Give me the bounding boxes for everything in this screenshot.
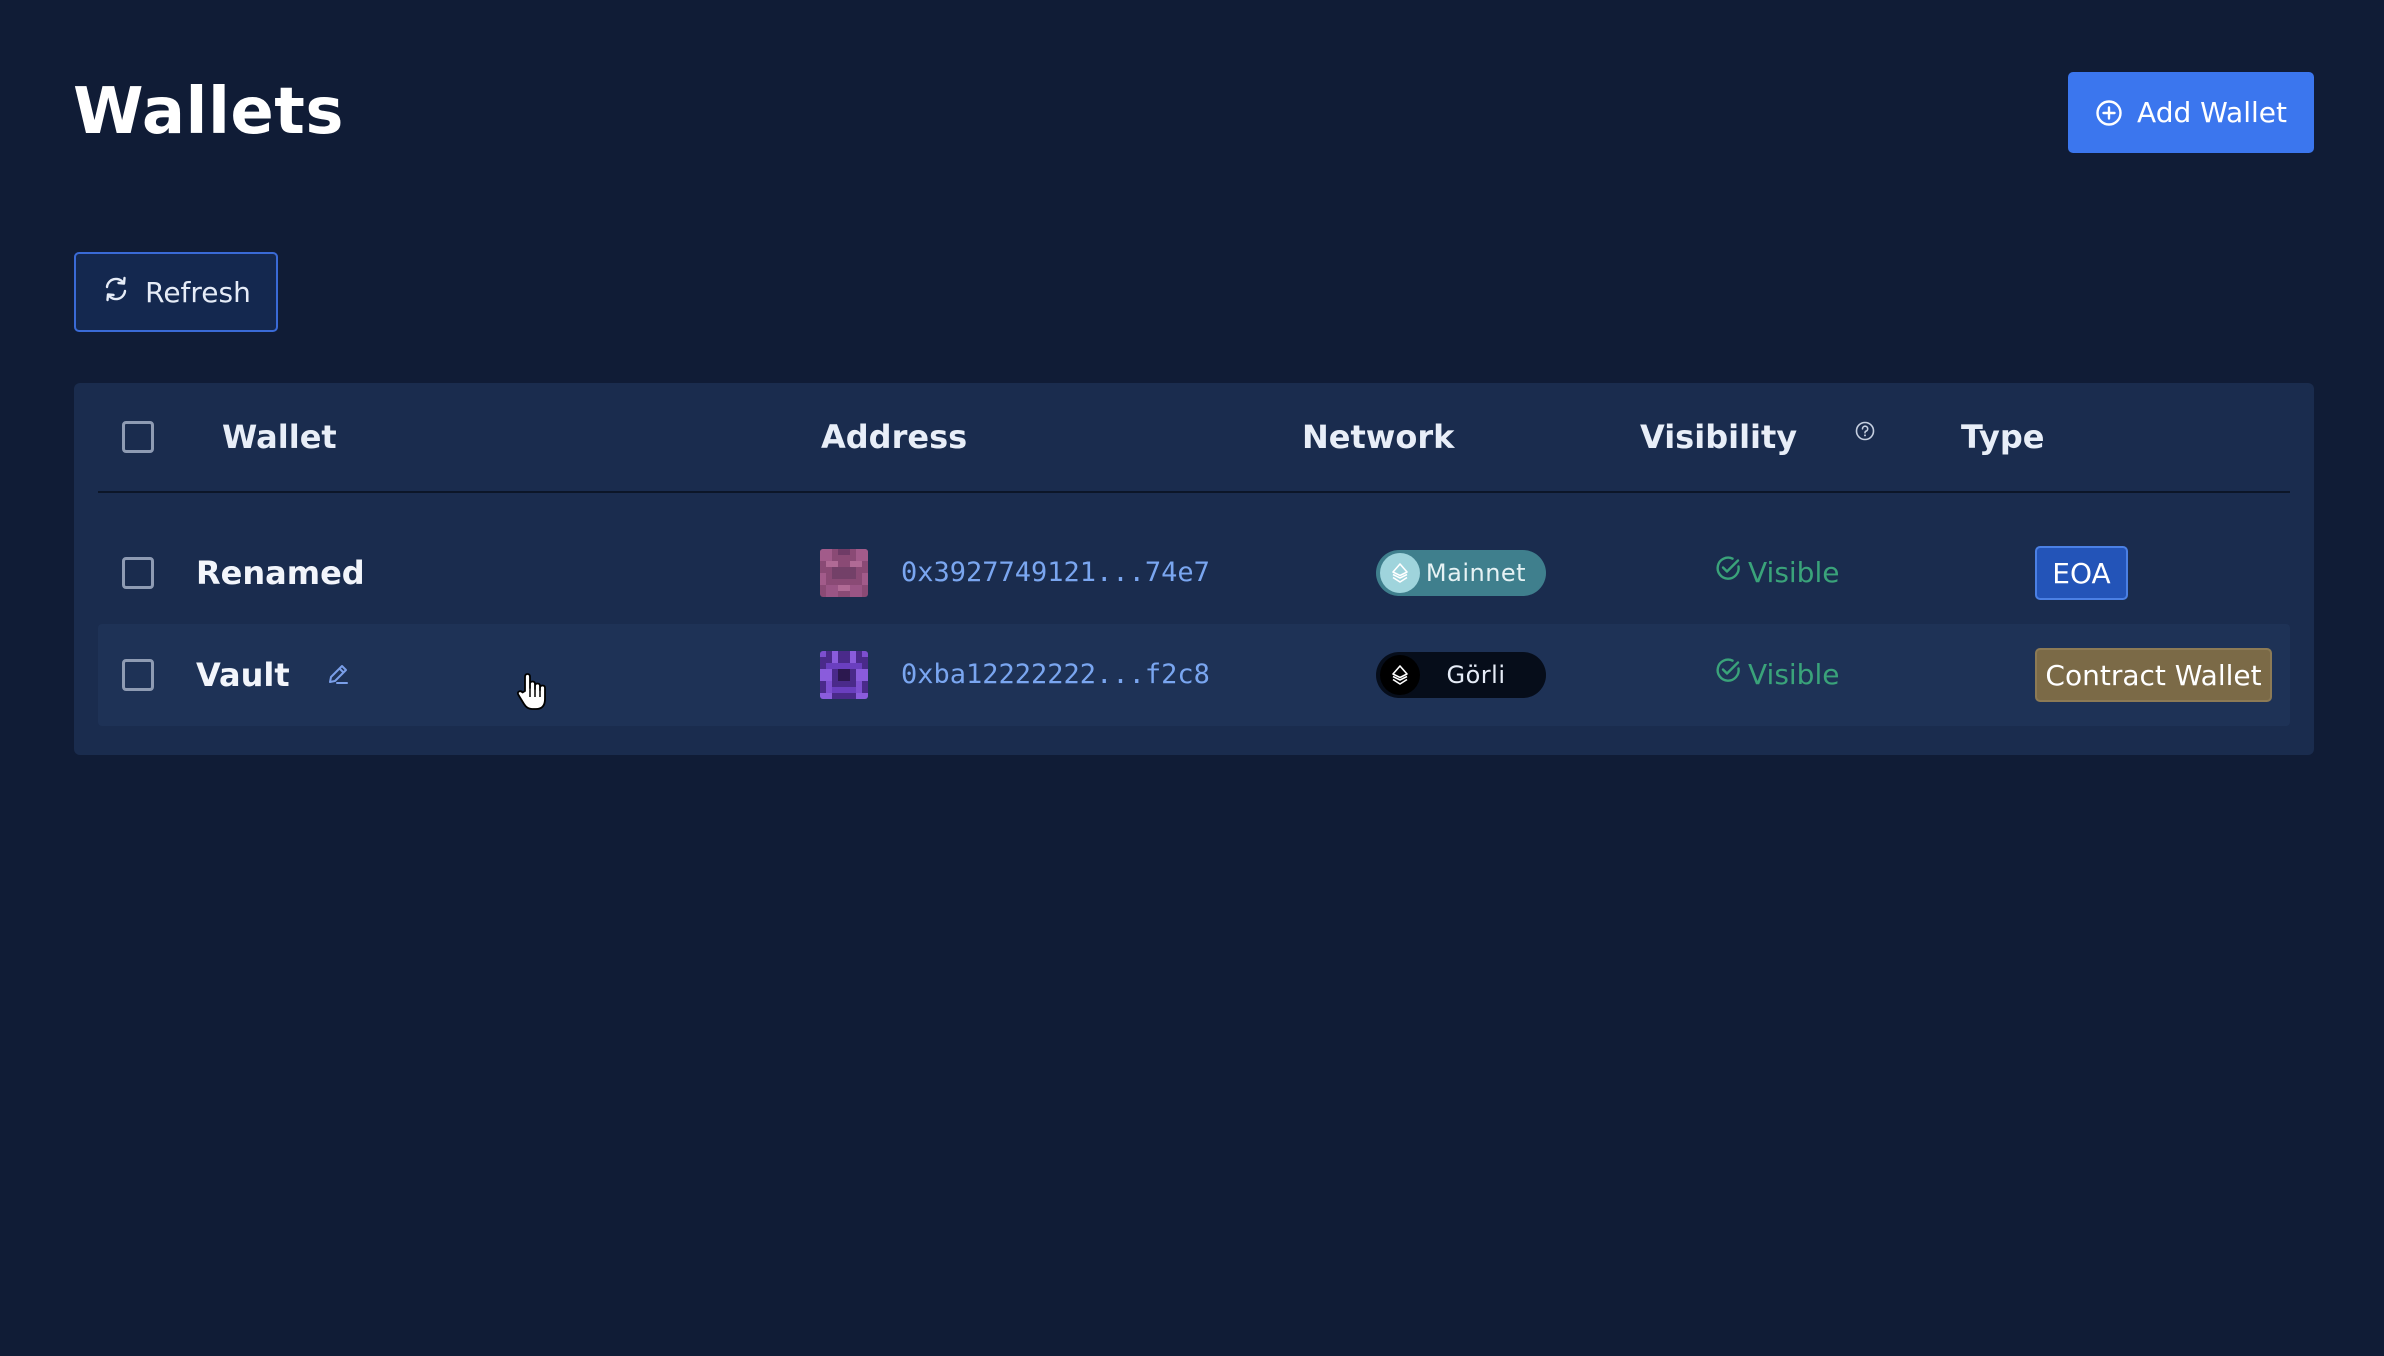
table-row[interactable]: Renamed 0x3927749121...74e7 Mainnet Visi… xyxy=(98,522,2290,624)
ethereum-icon xyxy=(1380,553,1420,593)
wallet-address-link[interactable]: 0xba12222222...f2c8 xyxy=(901,654,1210,696)
refresh-button[interactable]: Refresh xyxy=(74,252,278,332)
page-title: Wallets xyxy=(73,75,344,149)
column-header-visibility-label: Visibility xyxy=(1640,418,1798,456)
wallet-name[interactable]: Renamed xyxy=(196,549,365,597)
wallet-name[interactable]: Vault xyxy=(196,651,290,699)
row-checkbox[interactable] xyxy=(122,557,154,589)
table-row[interactable]: Vault 0xba12222222...f2c8 Görli Visible … xyxy=(98,624,2290,726)
table-header: Wallet Address Network Visibility Type xyxy=(74,383,2314,491)
check-circle-icon xyxy=(1714,654,1742,696)
select-all-checkbox[interactable] xyxy=(122,421,154,453)
column-header-type[interactable]: Type xyxy=(1961,413,2045,461)
visibility-status[interactable]: Visible xyxy=(1714,654,1839,696)
network-badge: Görli xyxy=(1376,652,1546,698)
column-header-address[interactable]: Address xyxy=(821,413,967,461)
wallet-avatar xyxy=(820,651,868,699)
add-wallet-button[interactable]: Add Wallet xyxy=(2068,72,2314,153)
type-badge: EOA xyxy=(2035,546,2128,600)
refresh-label: Refresh xyxy=(145,275,251,309)
check-circle-icon xyxy=(1714,552,1742,594)
refresh-icon xyxy=(101,274,131,311)
ethereum-icon xyxy=(1380,655,1420,695)
hand-cursor-icon xyxy=(515,673,549,717)
plus-circle-icon xyxy=(2095,99,2123,127)
type-badge: Contract Wallet xyxy=(2035,648,2272,702)
column-header-network[interactable]: Network xyxy=(1302,413,1454,461)
header-divider xyxy=(98,491,2290,493)
question-circle-icon[interactable] xyxy=(1854,407,1876,455)
visibility-label: Visible xyxy=(1748,658,1840,691)
column-header-wallet[interactable]: Wallet xyxy=(222,413,337,461)
visibility-label: Visible xyxy=(1748,556,1840,589)
wallets-table: Wallet Address Network Visibility Type R… xyxy=(74,383,2314,755)
network-badge: Mainnet xyxy=(1376,550,1546,596)
network-label: Görli xyxy=(1446,661,1506,689)
column-header-visibility[interactable]: Visibility xyxy=(1640,413,1875,461)
pencil-icon[interactable] xyxy=(325,661,351,691)
row-checkbox[interactable] xyxy=(122,659,154,691)
wallet-avatar xyxy=(820,549,868,597)
network-label: Mainnet xyxy=(1425,559,1527,587)
wallet-address-link[interactable]: 0x3927749121...74e7 xyxy=(901,552,1210,594)
add-wallet-label: Add Wallet xyxy=(2137,96,2287,129)
visibility-status[interactable]: Visible xyxy=(1714,552,1839,594)
